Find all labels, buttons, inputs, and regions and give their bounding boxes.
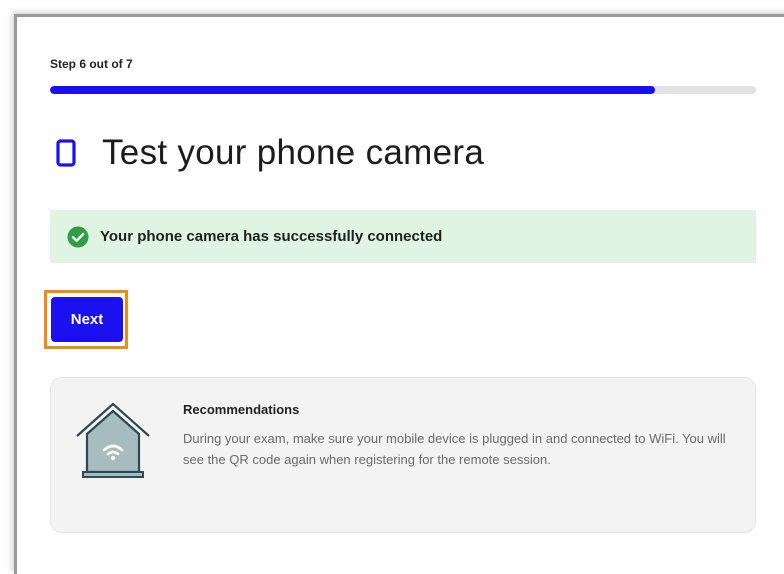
progress-bar <box>50 86 756 94</box>
phone-icon <box>56 139 76 167</box>
page-title: Test your phone camera <box>102 133 485 172</box>
progress-bar-fill <box>50 86 656 94</box>
recommendations-body: During your exam, make sure your mobile … <box>183 431 726 467</box>
success-banner: Your phone camera has successfully conne… <box>50 210 756 263</box>
title-row: Test your phone camera <box>56 130 484 176</box>
step-indicator: Step 6 out of 7 <box>50 57 133 71</box>
success-message: Your phone camera has successfully conne… <box>100 228 443 245</box>
next-button[interactable]: Next <box>51 297 123 342</box>
screenshot-frame: Step 6 out of 7 Test your phone camera Y… <box>0 0 784 574</box>
house-wifi-icon <box>76 402 150 478</box>
recommendations-card: Recommendations During your exam, make s… <box>50 377 756 533</box>
check-circle-icon <box>67 226 89 247</box>
recommendations-title: Recommendations <box>183 402 300 417</box>
